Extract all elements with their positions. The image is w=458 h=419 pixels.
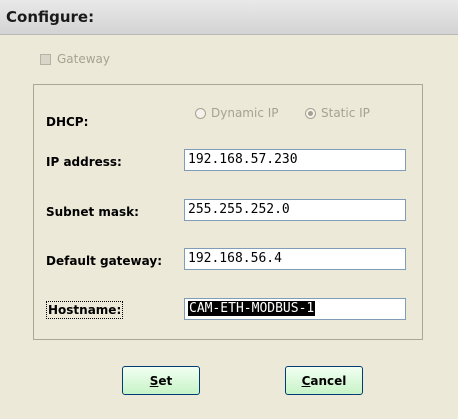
set-button-label-rest: et (158, 373, 173, 388)
static-ip-radio[interactable]: Static IP (305, 106, 370, 120)
network-settings-group: DHCP: Dynamic IP Static IP IP address: 1… (33, 84, 423, 340)
gateway-checkbox[interactable]: Gateway (40, 52, 110, 66)
subnet-mask-input[interactable]: 255.255.252.0 (184, 199, 406, 221)
dynamic-ip-radio-dot[interactable] (195, 107, 206, 119)
hostname-input[interactable]: CAM-ETH-MODBUS-1 (184, 298, 406, 320)
default-gateway-label: Default gateway: (46, 254, 162, 268)
cancel-button-label-rest: ancel (310, 373, 347, 388)
static-ip-radio-dot[interactable] (305, 107, 316, 119)
set-button-accel: S (149, 373, 159, 388)
hostname-label: Hostname: (45, 301, 124, 319)
dynamic-ip-radio[interactable]: Dynamic IP (195, 106, 279, 120)
dynamic-ip-label: Dynamic IP (211, 106, 279, 120)
default-gateway-input[interactable]: 192.168.56.4 (184, 248, 406, 270)
set-button[interactable]: Set (122, 366, 200, 395)
header-title: Configure: (6, 8, 95, 26)
ip-address-label: IP address: (46, 155, 122, 169)
gateway-checkbox-box[interactable] (40, 53, 51, 65)
subnet-mask-label: Subnet mask: (46, 205, 139, 219)
cancel-button[interactable]: Cancel (285, 366, 363, 395)
hostname-selected-text: CAM-ETH-MODBUS-1 (188, 301, 316, 316)
gateway-label: Gateway (57, 52, 111, 66)
configure-header: Configure: (0, 0, 458, 35)
dhcp-label: DHCP: (46, 115, 89, 129)
cancel-button-accel: C (301, 373, 311, 388)
static-ip-label: Static IP (321, 106, 370, 120)
ip-address-input[interactable]: 192.168.57.230 (184, 149, 406, 171)
